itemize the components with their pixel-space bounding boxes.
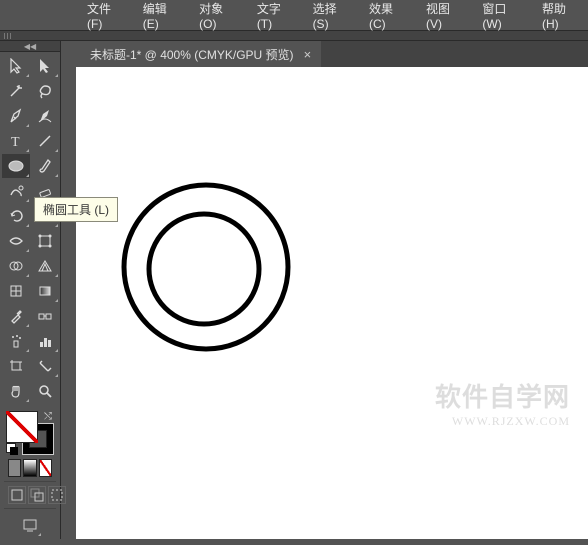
zoom-tool[interactable] bbox=[31, 379, 59, 403]
fill-stroke-section: ⤭ bbox=[0, 405, 60, 545]
menu-effect[interactable]: 效果(C) bbox=[362, 0, 415, 34]
ellipse-tool[interactable] bbox=[2, 154, 30, 178]
document-tab[interactable]: 未标题-1* @ 400% (CMYK/GPU 预览) × bbox=[76, 41, 321, 67]
menu-file[interactable]: 文件(F) bbox=[80, 0, 132, 34]
document-canvas[interactable]: 软件自学网 WWW.RJZXW.COM bbox=[76, 67, 588, 539]
document-tab-title: 未标题-1* @ 400% (CMYK/GPU 预览) bbox=[90, 46, 294, 63]
curvature-tool[interactable] bbox=[31, 104, 59, 128]
menu-select[interactable]: 选择(S) bbox=[306, 0, 358, 34]
color-mode-gradient[interactable] bbox=[23, 459, 36, 477]
control-bar bbox=[0, 31, 588, 41]
draw-behind-icon[interactable] bbox=[28, 486, 46, 504]
magic-wand-tool[interactable] bbox=[2, 79, 30, 103]
ellipse-tool-tooltip: 椭圆工具 (L) bbox=[34, 197, 118, 222]
panel-collapse-icon[interactable]: ◀◀ bbox=[0, 41, 60, 52]
document-tab-bar: 未标题-1* @ 400% (CMYK/GPU 预览) × bbox=[76, 41, 588, 68]
shaper-tool[interactable] bbox=[2, 179, 30, 203]
blend-tool[interactable] bbox=[31, 304, 59, 328]
lasso-tool[interactable] bbox=[31, 79, 59, 103]
watermark-line1: 软件自学网 bbox=[435, 377, 570, 414]
fill-swatch[interactable] bbox=[6, 411, 38, 443]
watermark: 软件自学网 WWW.RJZXW.COM bbox=[435, 377, 570, 429]
menu-object[interactable]: 对象(O) bbox=[192, 0, 246, 34]
selection-tool[interactable] bbox=[2, 54, 30, 78]
draw-normal-icon[interactable] bbox=[8, 486, 26, 504]
line-tool[interactable] bbox=[31, 129, 59, 153]
tools-panel: ◀◀ T bbox=[0, 41, 61, 539]
hand-tool[interactable] bbox=[2, 379, 30, 403]
free-transform-tool[interactable] bbox=[31, 229, 59, 253]
pen-tool[interactable] bbox=[2, 104, 30, 128]
menu-bar: 文件(F) 编辑(E) 对象(O) 文字(T) 选择(S) 效果(C) 视图(V… bbox=[0, 3, 588, 28]
inner-circle-shape[interactable] bbox=[149, 214, 259, 324]
menu-edit[interactable]: 编辑(E) bbox=[136, 0, 188, 34]
draw-inside-icon[interactable] bbox=[48, 486, 66, 504]
watermark-line2: WWW.RJZXW.COM bbox=[435, 414, 570, 429]
column-graph-tool[interactable] bbox=[31, 329, 59, 353]
paintbrush-tool[interactable] bbox=[31, 154, 59, 178]
width-tool[interactable] bbox=[2, 229, 30, 253]
menu-window[interactable]: 窗口(W) bbox=[475, 0, 531, 34]
eyedropper-tool[interactable] bbox=[2, 304, 30, 328]
slice-tool[interactable] bbox=[31, 354, 59, 378]
type-tool[interactable]: T bbox=[2, 129, 30, 153]
tab-close-icon[interactable]: × bbox=[304, 48, 312, 61]
menu-type[interactable]: 文字(T) bbox=[250, 0, 302, 34]
mesh-tool[interactable] bbox=[2, 279, 30, 303]
default-fill-stroke-icon[interactable] bbox=[6, 443, 18, 455]
shape-builder-tool[interactable] bbox=[2, 254, 30, 278]
rotate-tool[interactable] bbox=[2, 204, 30, 228]
color-mode-none[interactable] bbox=[39, 459, 52, 477]
color-mode-color[interactable] bbox=[8, 459, 21, 477]
swap-fill-stroke-icon[interactable]: ⤭ bbox=[44, 411, 52, 422]
symbol-sprayer-tool[interactable] bbox=[2, 329, 30, 353]
svg-text:T: T bbox=[11, 135, 20, 149]
menu-help[interactable]: 帮助(H) bbox=[535, 0, 588, 34]
perspective-grid-tool[interactable] bbox=[31, 254, 59, 278]
screen-mode-icon[interactable] bbox=[18, 513, 42, 537]
menu-view[interactable]: 视图(V) bbox=[419, 0, 471, 34]
direct-selection-tool[interactable] bbox=[31, 54, 59, 78]
artboard-tool[interactable] bbox=[2, 354, 30, 378]
gradient-tool[interactable] bbox=[31, 279, 59, 303]
